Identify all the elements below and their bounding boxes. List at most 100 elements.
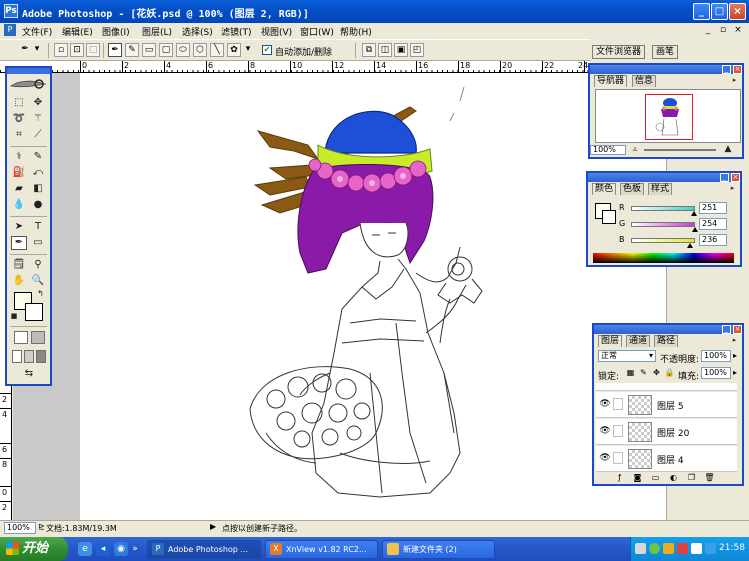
- intersect-path-icon[interactable]: ▣: [394, 43, 408, 57]
- play-arrow-icon[interactable]: ▶: [210, 522, 216, 531]
- menu-window[interactable]: 窗口(W): [300, 25, 334, 38]
- custom-shape-icon[interactable]: ✿: [227, 43, 241, 57]
- clone-stamp-icon[interactable]: ⛽: [11, 166, 27, 180]
- line-icon[interactable]: ╲: [210, 43, 224, 57]
- slider-knob-icon[interactable]: [691, 227, 698, 232]
- swap-colors-icon[interactable]: ↰: [36, 289, 45, 298]
- healing-brush-icon[interactable]: ⚕: [11, 150, 27, 164]
- opacity-arrow-icon[interactable]: ▸: [733, 351, 737, 360]
- gradient-icon[interactable]: ◧: [30, 182, 46, 196]
- panel-menu-icon[interactable]: ▸: [730, 336, 739, 345]
- lock-all-icon[interactable]: 🔒: [664, 368, 675, 378]
- blur-icon[interactable]: 💧: [11, 198, 27, 212]
- rounded-rectangle-icon[interactable]: ▢: [159, 43, 173, 57]
- background-color-swatch[interactable]: [25, 303, 43, 321]
- eye-icon[interactable]: 👁: [599, 399, 611, 409]
- background-color-swatch[interactable]: [602, 210, 616, 224]
- ie-icon[interactable]: e: [78, 542, 92, 556]
- add-to-path-icon[interactable]: ⧉: [362, 43, 376, 57]
- freeform-pen-icon[interactable]: ✎: [125, 43, 139, 57]
- panel-title-bar[interactable]: [588, 173, 740, 182]
- zoom-icon[interactable]: 🔍: [30, 274, 46, 288]
- fill-field[interactable]: 100%: [701, 367, 731, 379]
- brush-icon[interactable]: ✎: [30, 150, 46, 164]
- layer-row[interactable]: 👁 图层 5: [596, 392, 737, 418]
- panel-menu-icon[interactable]: ▸: [730, 76, 739, 85]
- panel-menu-icon[interactable]: ▸: [728, 184, 737, 193]
- channel-slider[interactable]: [631, 238, 695, 243]
- channel-slider[interactable]: [631, 222, 695, 227]
- tab-channels[interactable]: 通道: [626, 335, 651, 347]
- volume-icon[interactable]: [691, 543, 702, 554]
- panel-minimize-button[interactable]: _: [722, 65, 731, 74]
- adjustment-layer-icon[interactable]: ◐: [668, 473, 679, 483]
- paths-icon[interactable]: ⊡: [70, 43, 84, 57]
- panel-close-button[interactable]: ×: [733, 325, 742, 334]
- zoom-field[interactable]: 100%: [4, 522, 36, 534]
- eye-icon[interactable]: 👁: [599, 426, 611, 436]
- type-icon[interactable]: T: [30, 220, 46, 234]
- pen-icon[interactable]: ✒: [108, 43, 122, 57]
- ellipse-icon[interactable]: ⬭: [176, 43, 190, 57]
- antivirus-icon[interactable]: [677, 543, 688, 554]
- doc-restore-button[interactable]: ▫: [717, 24, 729, 37]
- rectangle-shape-icon[interactable]: ▭: [30, 236, 46, 250]
- tab-file-browser[interactable]: 文件浏览器: [592, 45, 646, 59]
- menu-select[interactable]: 选择(S): [182, 25, 213, 38]
- panel-close-button[interactable]: ×: [731, 173, 740, 182]
- security-icon[interactable]: [663, 543, 674, 554]
- menu-filter[interactable]: 滤镜(T): [221, 25, 252, 38]
- maximize-button[interactable]: □: [711, 3, 728, 20]
- menu-layer[interactable]: 图层(L): [142, 25, 172, 38]
- layer-mask-icon[interactable]: ◙: [632, 473, 643, 483]
- tab-navigator[interactable]: 导航器: [594, 75, 628, 87]
- lock-image-icon[interactable]: ✎: [638, 368, 649, 378]
- task-photoshop[interactable]: P Adobe Photoshop ...: [147, 540, 261, 559]
- exclude-path-icon[interactable]: ◰: [410, 43, 424, 57]
- default-colors-icon[interactable]: ■: [10, 312, 18, 320]
- navigator-preview[interactable]: [595, 89, 741, 143]
- tab-color[interactable]: 颜色: [592, 183, 617, 195]
- messenger-icon[interactable]: [705, 543, 716, 554]
- pen-tool-preset-icon[interactable]: ✒: [18, 43, 32, 57]
- menu-image[interactable]: 图像(I): [102, 25, 130, 38]
- notes-icon[interactable]: 🗒: [11, 258, 27, 272]
- navigator-zoom-slider[interactable]: [644, 149, 716, 151]
- move-icon[interactable]: ✥: [30, 96, 46, 110]
- geometry-dropdown-icon[interactable]: ▾: [244, 43, 252, 57]
- doc-minimize-button[interactable]: _: [702, 24, 714, 37]
- menu-view[interactable]: 视图(V): [261, 25, 292, 38]
- navigator-view-box[interactable]: [645, 94, 693, 140]
- panel-minimize-button[interactable]: _: [720, 173, 729, 182]
- color-ramp[interactable]: [593, 253, 734, 263]
- lasso-icon[interactable]: ➰: [11, 112, 27, 126]
- slider-knob-icon[interactable]: [687, 243, 694, 248]
- shape-layers-icon[interactable]: ▫: [54, 43, 68, 57]
- media-player-icon[interactable]: ◉: [114, 542, 128, 556]
- eyedropper-icon[interactable]: ⚲: [30, 258, 46, 272]
- history-brush-icon[interactable]: ⤺: [30, 166, 46, 180]
- panel-close-button[interactable]: ×: [733, 65, 742, 74]
- zoom-in-icon[interactable]: ▲: [722, 144, 734, 154]
- screen-mode-menu-icon[interactable]: [24, 350, 34, 363]
- show-desktop-icon[interactable]: ◂: [96, 542, 110, 556]
- lock-transparency-icon[interactable]: ▦: [625, 368, 636, 378]
- fill-arrow-icon[interactable]: ▸: [733, 368, 737, 377]
- preset-dropdown-arrow-icon[interactable]: ▾: [33, 43, 41, 57]
- document-canvas[interactable]: [80, 73, 666, 520]
- layer-style-icon[interactable]: ƒ: [614, 473, 625, 483]
- new-layer-icon[interactable]: ❐: [686, 473, 697, 483]
- zoom-out-icon[interactable]: ▵: [630, 144, 640, 154]
- layer-link-box[interactable]: [613, 452, 623, 464]
- eye-icon[interactable]: 👁: [599, 453, 611, 463]
- doc-close-button[interactable]: ×: [732, 24, 744, 37]
- doc-info-icon[interactable]: ⊵: [38, 522, 45, 531]
- channel-slider[interactable]: [631, 206, 695, 211]
- tab-styles[interactable]: 样式: [648, 183, 673, 195]
- jump-to-imageready-icon[interactable]: ⇆: [13, 367, 45, 381]
- tab-swatches[interactable]: 色板: [620, 183, 645, 195]
- panel-title-bar[interactable]: [590, 65, 742, 74]
- menu-edit[interactable]: 编辑(E): [62, 25, 93, 38]
- crop-icon[interactable]: ⌗: [11, 128, 27, 142]
- keyboard-icon[interactable]: [635, 543, 646, 554]
